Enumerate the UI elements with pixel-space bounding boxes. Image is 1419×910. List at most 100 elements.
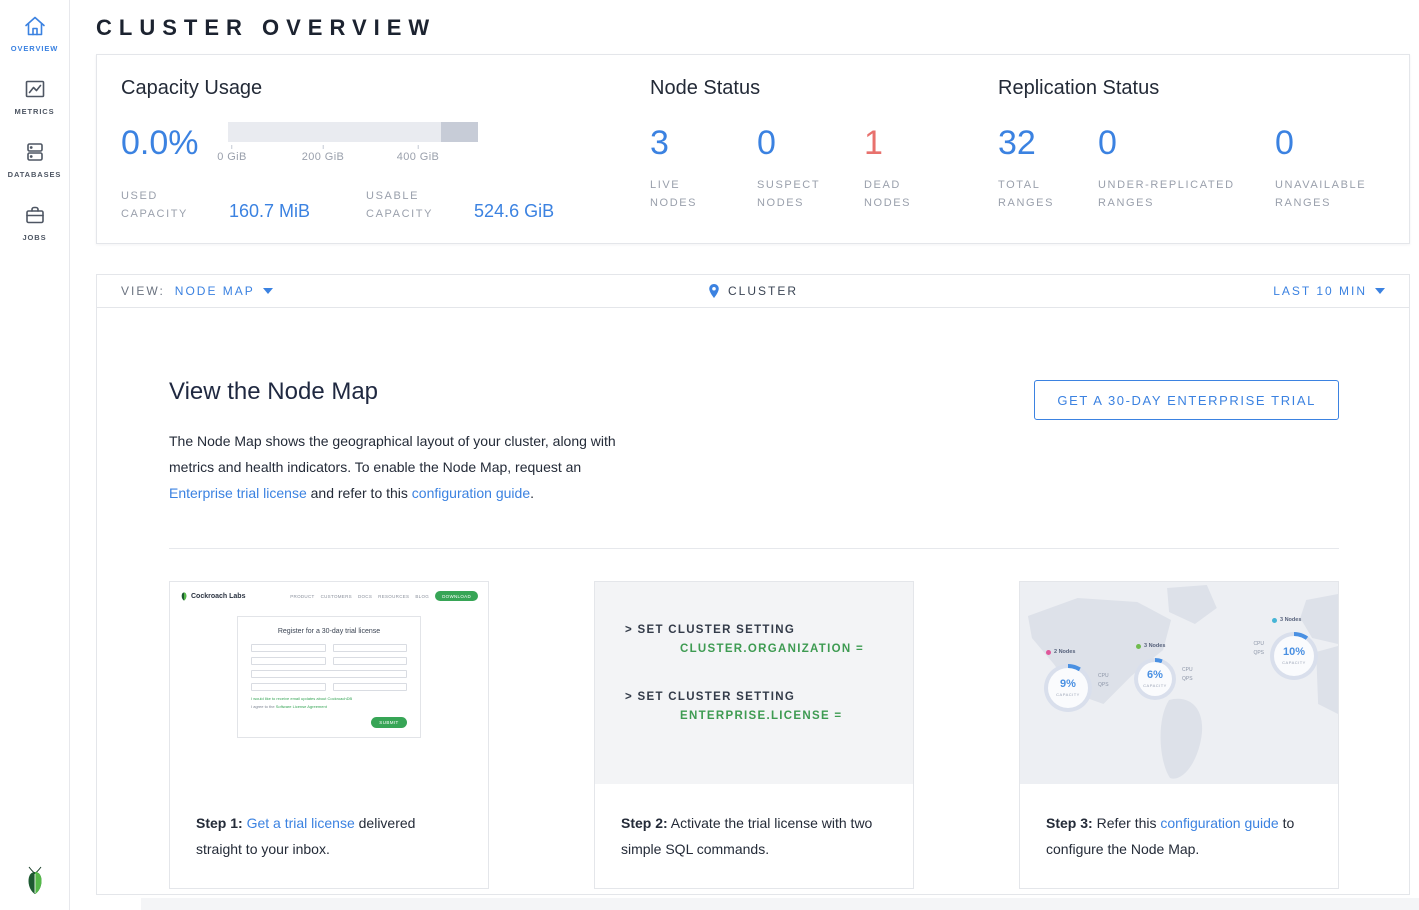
enterprise-trial-button[interactable]: GET A 30-DAY ENTERPRISE TRIAL (1034, 380, 1339, 420)
mini-nav-item: DOCS (358, 594, 372, 599)
view-label: VIEW: (121, 284, 165, 298)
mini-input (251, 657, 326, 665)
sidebar-item-databases[interactable]: DATABASES (0, 140, 69, 179)
description-text: . (530, 485, 534, 501)
mini-nav-item: CUSTOMERS (321, 594, 352, 599)
sql-setting: ENTERPRISE.LICENSE = (680, 710, 893, 722)
jobs-icon (23, 203, 47, 227)
locality-dot (1272, 618, 1277, 623)
locality-nodes: 3 Nodes (1144, 643, 1165, 649)
configuration-guide-link[interactable]: configuration guide (1160, 815, 1278, 831)
step1-caption: Step 1: Get a trial license delivered st… (170, 784, 488, 862)
gauge-capacity-label: CAPACITY (1056, 692, 1080, 697)
get-trial-license-link[interactable]: Get a trial license (247, 815, 355, 831)
capacity-usage-title: Capacity Usage (121, 77, 650, 100)
capacity-tick: 0 GiB (217, 145, 247, 163)
suspect-nodes-stat: 0 SUSPECT NODES (757, 122, 864, 212)
replication-status-title: Replication Status (998, 77, 1385, 100)
map-gauge-2: 3 Nodes 6% CAPACITY CPUQPS (1134, 658, 1176, 700)
sidebar-item-label: METRICS (14, 107, 54, 116)
node-status-title: Node Status (650, 77, 998, 100)
locality-nodes: 2 Nodes (1054, 649, 1075, 655)
cluster-summary-card: Capacity Usage 0.0% 0 GiB 200 GiB 400 Gi… (96, 54, 1410, 244)
page-title: CLUSTER OVERVIEW (96, 0, 1410, 41)
enterprise-trial-license-link[interactable]: Enterprise trial license (169, 485, 307, 501)
under-replicated-ranges-label: UNDER-REPLICATED RANGES (1098, 176, 1258, 212)
mini-form-title: Register for a 30-day trial license (251, 628, 407, 635)
view-bar: VIEW: NODE MAP CLUSTER LAST 10 MIN (96, 274, 1410, 308)
gauge-cpu-label: CPU (1182, 666, 1193, 675)
used-capacity-value: 160.7 MiB (229, 201, 310, 223)
capacity-bar-used-segment (441, 122, 479, 142)
step1-label: Step 1: (196, 815, 243, 831)
mini-nav-item: BLOG (415, 594, 429, 599)
total-ranges-value: 32 (998, 122, 1098, 160)
configuration-guide-link[interactable]: configuration guide (412, 485, 530, 501)
mini-checkbox-text: I would like to receive email updates ab… (251, 696, 407, 702)
sql-prompt: > SET CLUSTER SETTING (625, 691, 893, 703)
node-status-section: Node Status 3 LIVE NODES 0 SUSPECT NODES… (650, 77, 998, 215)
mini-brand-text: Cockroach Labs (191, 593, 245, 600)
total-ranges-label: TOTAL RANGES (998, 176, 1098, 212)
under-replicated-ranges-stat: 0 UNDER-REPLICATED RANGES (1098, 122, 1275, 212)
step3-panel: 2 Nodes 9% CAPACITY CPUQPS (1019, 581, 1339, 889)
mini-input (333, 683, 408, 691)
step1-panel: Cockroach Labs PRODUCT CUSTOMERS DOCS RE… (169, 581, 489, 889)
under-replicated-ranges-value: 0 (1098, 122, 1275, 160)
sidebar-item-metrics[interactable]: METRICS (0, 77, 69, 116)
description-text: and refer to this (307, 485, 412, 501)
gauge-capacity-label: CAPACITY (1282, 660, 1306, 665)
mini-register-form: Register for a 30-day trial license I wo… (237, 616, 421, 738)
live-nodes-value: 3 (650, 122, 757, 160)
view-selector-value: NODE MAP (175, 284, 255, 298)
locality-dot (1046, 650, 1051, 655)
total-ranges-stat: 32 TOTAL RANGES (998, 122, 1098, 212)
cockroach-logo (0, 862, 69, 896)
mini-download-button: DOWNLOAD (435, 591, 478, 601)
step3-caption: Step 3: Refer this configuration guide t… (1020, 784, 1338, 862)
gauge-cpu-label: CPU (1098, 672, 1109, 681)
breadcrumb-cluster: CLUSTER (708, 283, 798, 299)
mini-agree-link: Software License Agreement (276, 704, 327, 709)
mini-input (251, 683, 326, 691)
live-nodes-stat: 3 LIVE NODES (650, 122, 757, 212)
time-range-selector[interactable]: LAST 10 MIN (1273, 284, 1385, 298)
sidebar-item-label: OVERVIEW (11, 44, 59, 53)
step2-panel: > SET CLUSTER SETTING CLUSTER.ORGANIZATI… (594, 581, 914, 889)
sidebar-item-overview[interactable]: OVERVIEW (0, 14, 69, 53)
node-map-card: View the Node Map The Node Map shows the… (96, 307, 1410, 895)
step2-caption: Step 2: Activate the trial license with … (595, 784, 913, 862)
replication-status-section: Replication Status 32 TOTAL RANGES 0 UND… (998, 77, 1385, 215)
step1-screenshot: Cockroach Labs PRODUCT CUSTOMERS DOCS RE… (170, 582, 488, 784)
app-root: OVERVIEW METRICS DATABASES JOBS (0, 0, 1419, 910)
locality-nodes: 3 Nodes (1280, 617, 1301, 623)
capacity-tick: 200 GiB (302, 145, 345, 163)
gauge-qps-label: QPS (1182, 675, 1193, 684)
gauge-qps-label: QPS (1098, 681, 1109, 690)
main-content: CLUSTER OVERVIEW Capacity Usage 0.0% 0 G… (70, 0, 1419, 910)
suspect-nodes-value: 0 (757, 122, 864, 160)
view-selector[interactable]: NODE MAP (175, 284, 273, 298)
node-map-description: The Node Map shows the geographical layo… (169, 428, 637, 506)
dead-nodes-stat: 1 DEAD NODES (864, 122, 971, 212)
sidebar-item-jobs[interactable]: JOBS (0, 203, 69, 242)
breadcrumb-cluster-label: CLUSTER (728, 284, 798, 298)
mini-nav-item: PRODUCT (290, 594, 314, 599)
mini-input (251, 644, 326, 652)
map-gauge-1: 2 Nodes 9% CAPACITY CPUQPS (1044, 664, 1092, 712)
step2-label: Step 2: (621, 815, 668, 831)
mini-submit-button: SUBMIT (371, 717, 407, 728)
suspect-nodes-label: SUSPECT NODES (757, 176, 837, 212)
chevron-down-icon (1375, 288, 1385, 294)
mini-input (333, 644, 408, 652)
gauge-capacity-label: CAPACITY (1143, 683, 1167, 688)
sql-prompt: > SET CLUSTER SETTING (625, 624, 893, 636)
dead-nodes-label: DEAD NODES (864, 176, 944, 212)
description-text: The Node Map shows the geographical layo… (169, 433, 616, 475)
mini-cockroach-logo: Cockroach Labs (180, 591, 245, 601)
step3-node-map-preview: 2 Nodes 9% CAPACITY CPUQPS (1020, 582, 1338, 784)
sidebar-item-label: JOBS (22, 233, 46, 242)
used-capacity-label: USED CAPACITY (121, 187, 209, 223)
time-range-value: LAST 10 MIN (1273, 284, 1367, 298)
usable-capacity-label: USABLE CAPACITY (366, 187, 454, 223)
